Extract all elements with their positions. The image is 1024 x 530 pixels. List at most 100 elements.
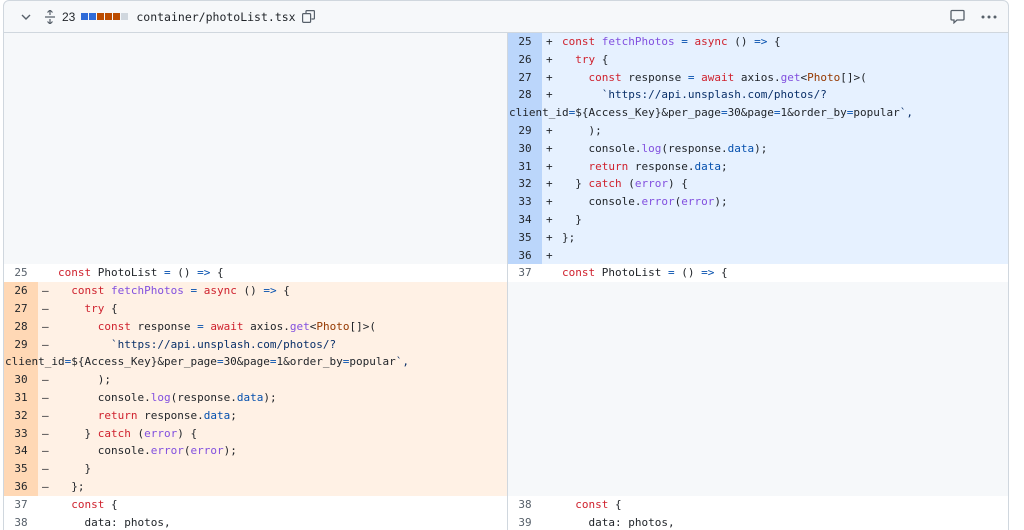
code-text: ); (562, 123, 602, 137)
file-header-left: 23 container/photoList.tsx (18, 1, 316, 32)
diff-marker: – (42, 301, 49, 315)
code-text: console.error(error); (58, 444, 237, 458)
line-number[interactable]: 26 (508, 50, 542, 69)
diff-marker: + (546, 35, 553, 48)
code-text: console.error(error); (562, 195, 728, 209)
chevron-down-icon[interactable] (18, 9, 34, 25)
diff-right-side: 25 + const fetchPhotos = async () => { 26 + … (508, 33, 1008, 530)
code-text: console.log(response.data); (58, 390, 277, 404)
line-number[interactable]: 35 (4, 460, 38, 478)
code-text: const fetchPhotos = async () => { (562, 35, 781, 48)
line-number[interactable]: 33 (508, 193, 542, 211)
diff-marker: + (546, 123, 553, 137)
diffstat-square (113, 13, 121, 20)
diff-line: 28– const response = await axios.get<Pho… (4, 317, 507, 336)
diff-marker: + (546, 159, 553, 173)
diff-line: 31 + return response.data; (508, 157, 1008, 176)
copy-icon[interactable] (302, 10, 316, 24)
line-number[interactable]: 29 (508, 121, 542, 140)
diff-line: 37 const PhotoList = () => { (508, 264, 1008, 282)
kebab-menu-icon[interactable] (980, 8, 998, 26)
line-number[interactable]: 32 (508, 175, 542, 194)
line-number[interactable]: 30 (508, 139, 542, 158)
line-number[interactable]: 26 (4, 282, 38, 300)
file-name[interactable]: container/photoList.tsx (136, 10, 295, 24)
line-number[interactable]: 35 (508, 228, 542, 247)
diff-line: 35 +}; (508, 228, 1008, 247)
diff-line: 34 + } (508, 210, 1008, 229)
diff-line: 26 + try { (508, 50, 1008, 69)
code-text: const { (575, 497, 622, 511)
line-number[interactable]: 37 (508, 264, 542, 282)
line-number[interactable]: 31 (4, 388, 38, 407)
changes-count: 23 (62, 9, 76, 24)
file-header-actions (948, 1, 998, 32)
code-text: }; (562, 230, 576, 244)
code-text: }; (58, 479, 85, 493)
line-number[interactable]: 27 (508, 68, 542, 87)
diff-marker: – (42, 426, 49, 440)
diff-line: 37 const { (4, 496, 507, 514)
diffstat-square (81, 13, 89, 20)
line-number[interactable]: 28 (4, 317, 38, 336)
line-number[interactable]: 27 (4, 299, 38, 318)
diff-marker: – (42, 479, 49, 493)
diffstat (81, 13, 129, 20)
code-text: const response = await axios.get<Photo[]… (97, 319, 376, 333)
diff-line: 29– `https://api.unsplash.com/photos/? cl… (4, 335, 507, 372)
diff-line: 38 const { (508, 496, 1008, 514)
line-number[interactable]: 38 (4, 514, 38, 530)
line-number[interactable]: 34 (508, 210, 542, 229)
diff-line: 25 + const fetchPhotos = async () => { (508, 33, 1008, 51)
diff-line: 33 + console.error(error); (508, 193, 1008, 211)
expand-icon[interactable] (42, 9, 58, 25)
diff-marker: + (546, 141, 553, 155)
file-header: 23 container/photoList.tsx (3, 0, 1009, 33)
diff-line: 28 + `https://api.unsplash.com/photos/? cl… (508, 86, 1008, 122)
diff-line: 30– ); (4, 371, 507, 389)
code-text: `https://api.unsplash.com/photos/? client… (509, 86, 966, 122)
line-number[interactable]: 25 (4, 264, 38, 282)
split-diff-view: 25 const PhotoList = () => {26– const fet… (3, 33, 1009, 530)
line-number[interactable]: 37 (4, 496, 38, 514)
empty-diff-space (508, 282, 1008, 496)
line-number[interactable]: 38 (508, 496, 542, 514)
comment-icon[interactable] (948, 8, 966, 26)
code-text: const fetchPhotos = async () => { (71, 284, 290, 298)
line-number[interactable]: 25 (508, 33, 542, 51)
line-number[interactable]: 34 (4, 442, 38, 461)
code-text: } catch (error) { (562, 177, 688, 191)
diff-marker: + (546, 70, 553, 84)
line-number[interactable]: 36 (508, 246, 542, 265)
diff-left-side: 25 const PhotoList = () => {26– const fet… (4, 33, 507, 530)
code-text-wrapped: client_id=${Access_Key}&per_page=30&page… (5, 355, 410, 369)
diff-marker: – (42, 373, 49, 387)
diff-line: 36– }; (4, 477, 507, 496)
diff-marker: – (42, 408, 49, 422)
diff-marker: + (546, 88, 553, 102)
diff-marker: + (546, 248, 553, 262)
code-text: const { (71, 497, 118, 511)
code-text: const PhotoList = () => { (58, 266, 224, 280)
line-number[interactable]: 33 (4, 424, 38, 443)
diff-line: 31– console.log(response.data); (4, 388, 507, 407)
line-number[interactable]: 39 (508, 514, 542, 530)
line-number[interactable]: 32 (4, 406, 38, 425)
line-number[interactable]: 36 (4, 477, 38, 496)
diff-marker: – (42, 462, 49, 476)
diff-line: 32 + } catch (error) { (508, 175, 1008, 194)
line-number[interactable]: 31 (508, 157, 542, 176)
code-text: ); (58, 373, 111, 387)
code-text: try { (575, 52, 609, 66)
diff-line: 25 const PhotoList = () => { (4, 264, 507, 282)
diff-marker: + (546, 195, 553, 209)
code-text: } (58, 462, 92, 476)
line-number[interactable]: 30 (4, 371, 38, 389)
code-text: `https://api.unsplash.com/photos/? client… (5, 336, 462, 372)
diff-line: 35– } (4, 460, 507, 478)
diff-line: 33– } catch (error) { (4, 424, 507, 443)
diff-line: 30 + console.log(response.data); (508, 139, 1008, 158)
diff-marker: + (546, 177, 553, 191)
code-text-wrapped: client_id=${Access_Key}&per_page=30&page… (509, 106, 914, 120)
code-text: return response.data; (97, 408, 237, 422)
